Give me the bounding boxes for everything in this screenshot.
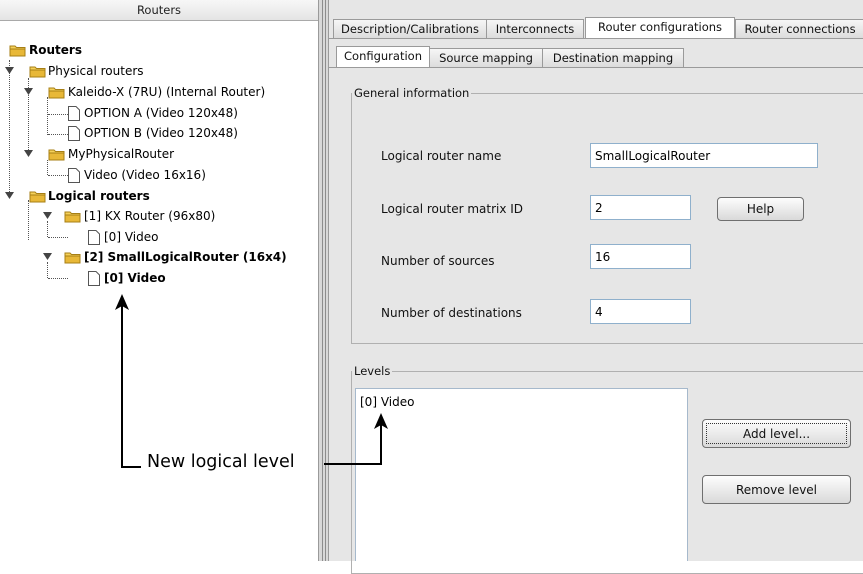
tree-node-label: OPTION A (Video 120x48) xyxy=(84,106,238,120)
callout-line xyxy=(121,306,123,468)
number-of-destinations-label: Number of destinations xyxy=(381,306,522,320)
file-icon xyxy=(68,106,80,121)
tree-node-label: [2] SmallLogicalRouter (16x4) xyxy=(84,250,287,264)
logical-router-name-field[interactable] xyxy=(590,143,818,168)
tab-description-calibrations[interactable]: Description/Calibrations xyxy=(333,19,487,38)
folder-icon xyxy=(64,211,81,223)
number-of-destinations-field[interactable] xyxy=(590,299,691,324)
tab-configuration[interactable]: Configuration xyxy=(336,46,430,67)
expand-arrow-icon[interactable] xyxy=(24,88,33,96)
callout-line xyxy=(324,463,382,465)
folder-icon xyxy=(9,45,26,57)
configuration-panel: Description/Calibrations Interconnects R… xyxy=(329,0,863,574)
file-icon xyxy=(88,271,100,286)
callout-line xyxy=(121,466,141,468)
expand-arrow-icon[interactable] xyxy=(5,192,14,200)
tab-router-configurations[interactable]: Router configurations xyxy=(585,17,735,38)
tree-node-physical-routers[interactable]: Physical routers xyxy=(0,62,318,80)
tree-node-option-a[interactable]: OPTION A (Video 120x48) xyxy=(0,104,318,122)
tree-node-small-video[interactable]: [0] Video xyxy=(0,269,318,287)
help-button[interactable]: Help xyxy=(717,197,804,221)
add-level-button[interactable]: Add level... xyxy=(702,419,851,448)
tree-node-routers[interactable]: Routers xyxy=(0,41,318,59)
folder-icon xyxy=(64,252,81,264)
expand-arrow-icon[interactable] xyxy=(43,212,52,220)
tree-node-small-logical-router[interactable]: [2] SmallLogicalRouter (16x4) xyxy=(0,248,318,266)
tree-node-label: [1] KX Router (96x80) xyxy=(84,209,216,223)
tree-node-label: Kaleido-X (7RU) (Internal Router) xyxy=(68,85,266,99)
folder-icon xyxy=(48,87,65,99)
tree-node-kx-router[interactable]: [1] KX Router (96x80) xyxy=(0,207,318,225)
tree-node-video-16x16[interactable]: Video (Video 16x16) xyxy=(0,166,318,184)
arrow-up-icon xyxy=(374,413,388,429)
tree-node-label: OPTION B (Video 120x48) xyxy=(84,126,238,140)
matrix-id-label: Logical router matrix ID xyxy=(381,202,524,216)
tab-interconnects[interactable]: Interconnects xyxy=(486,19,584,38)
panel-splitter[interactable] xyxy=(318,0,329,561)
number-of-sources-label: Number of sources xyxy=(381,254,495,268)
file-icon xyxy=(68,168,80,183)
remove-level-button[interactable]: Remove level xyxy=(702,475,851,504)
router-tree-panel: Routers Routers Physical routers Kaleido… xyxy=(0,0,318,561)
folder-icon xyxy=(48,149,65,161)
level-item[interactable]: [0] Video xyxy=(360,395,414,409)
tree-node-option-b[interactable]: OPTION B (Video 120x48) xyxy=(0,124,318,142)
callout-label: New logical level xyxy=(147,452,295,472)
expand-arrow-icon[interactable] xyxy=(5,67,14,75)
number-of-sources-field[interactable] xyxy=(590,244,691,269)
tab-divider xyxy=(329,67,863,68)
tree-node-label: Logical routers xyxy=(48,189,150,203)
tree-node-label: [0] Video xyxy=(104,271,166,285)
expand-arrow-icon[interactable] xyxy=(24,150,33,158)
tree-node-logical-routers[interactable]: Logical routers xyxy=(0,187,318,205)
file-icon xyxy=(68,126,80,141)
tab-destination-mapping[interactable]: Destination mapping xyxy=(542,48,684,67)
group-legend: Levels xyxy=(354,364,391,378)
tree-node-label: Routers xyxy=(29,43,82,57)
expand-arrow-icon[interactable] xyxy=(43,253,52,261)
tree-node-kx-video[interactable]: [0] Video xyxy=(0,228,318,246)
folder-icon xyxy=(29,191,46,203)
tab-router-connections[interactable]: Router connections xyxy=(735,19,863,38)
tree-node-label: [0] Video xyxy=(104,230,159,244)
tree-node-label: Physical routers xyxy=(48,64,144,78)
file-icon xyxy=(88,230,100,245)
group-legend: General information xyxy=(354,86,470,100)
router-tree: Routers Physical routers Kaleido-X (7RU)… xyxy=(0,0,318,561)
splitter-grip xyxy=(325,0,326,561)
splitter-grip xyxy=(322,0,323,561)
folder-icon xyxy=(29,66,46,78)
tree-node-myphysicalrouter[interactable]: MyPhysicalRouter xyxy=(0,145,318,163)
matrix-id-field[interactable] xyxy=(590,195,691,220)
logical-router-name-label: Logical router name xyxy=(381,149,502,163)
levels-list[interactable]: [0] Video xyxy=(355,388,688,561)
tree-node-label: MyPhysicalRouter xyxy=(68,147,175,161)
tab-source-mapping[interactable]: Source mapping xyxy=(429,48,543,67)
tree-node-label: Video (Video 16x16) xyxy=(84,168,206,182)
tree-node-kaleido-x[interactable]: Kaleido-X (7RU) (Internal Router) xyxy=(0,83,318,101)
